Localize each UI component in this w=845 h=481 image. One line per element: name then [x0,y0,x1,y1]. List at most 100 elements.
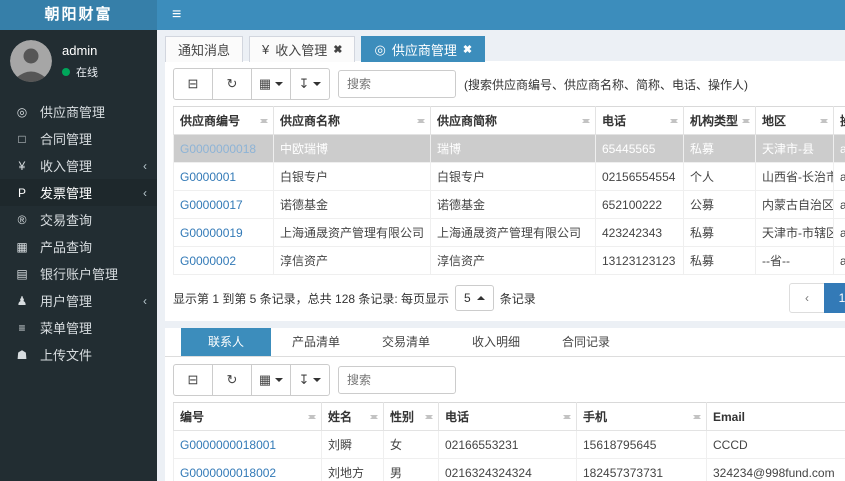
column-header[interactable]: 机构类型 [683,106,756,135]
refresh-button[interactable]: ↻ [212,68,252,100]
top-navbar: ≡ [157,0,845,30]
sidebar: admin 在线 ◎ 供应商管理 □ 合同管理 ¥ 收入管理 ‹ P 发票管理 ‹ ® 交易查询 ▦ 产品… [0,30,157,481]
page-button[interactable]: 1 [824,283,845,313]
search-input[interactable] [338,70,456,98]
supplier-icon: ◎ [16,104,28,119]
table-cell: 山西省-长治市 [755,162,834,191]
sidebar-item-upload[interactable]: ☗ 上传文件 [0,341,157,368]
invoice-icon: P [17,185,26,200]
detail-tab-0[interactable]: 联系人 [181,328,271,356]
user-panel: admin 在线 [0,30,157,94]
upload-icon: ☗ [16,347,28,362]
table-row[interactable]: G0000002淳信资产淳信资产13123123123私募--省--admin [173,246,845,275]
detail-tab-1[interactable]: 产品清单 [271,328,361,356]
column-header[interactable]: 性别 [383,402,439,431]
page-size-value: 5 [464,291,471,305]
detail-tab-3[interactable]: 收入明细 [451,328,541,356]
table-cell: 中欧瑞博 [273,134,431,163]
table-cell: 诺德基金 [430,190,596,219]
column-header[interactable]: 电话 [438,402,577,431]
row-id-cell[interactable]: G0000000018002 [173,458,322,481]
sort-icon [742,115,750,127]
table-cell: 白银专户 [273,162,431,191]
sidebar-item-supplier[interactable]: ◎ 供应商管理 [0,98,157,125]
row-id-cell[interactable]: G0000001 [173,162,274,191]
row-id-cell[interactable]: G0000000018001 [173,430,322,459]
sidebar-item-invoice[interactable]: P 发票管理 ‹ [0,179,157,206]
columns-button[interactable]: ▦ [251,364,291,396]
pagination-info-suffix: 条记录 [499,291,536,306]
user-status: 在线 [62,64,98,80]
columns-button[interactable]: ▦ [251,68,291,100]
table-cell: 上海通晟资产管理有限公司 [273,218,431,247]
table-row[interactable]: G00000019 上海通晟资产管理有限公司 上海通晟资产管理有限公司 4232423… [173,218,845,247]
bank-account-icon: ▤ [16,266,28,281]
table-cell: 324234@998fund.com [706,458,845,481]
sidebar-item-transaction[interactable]: ® 交易查询 [0,206,157,233]
row-id-cell[interactable]: G0000002 [173,246,274,275]
supplier-table-body: G0000000018中欧瑞博瑞博65445565私募天津市-县adminG00… [173,134,845,275]
table-cell: 公募 [683,190,756,219]
user-info: admin 在线 [62,40,98,82]
sidebar-item-bank-account[interactable]: ▤ 银行账户管理 [0,260,157,287]
row-id-cell[interactable]: G00000017 [173,190,274,219]
column-header[interactable]: 编号 [173,402,322,431]
column-label: 供应商名称 [280,114,341,128]
table-row[interactable]: G00000017诺德基金诺德基金652100222公募内蒙古自治区admin [173,190,845,219]
column-label: 编号 [180,410,205,424]
sidebar-item-label: 合同管理 [40,132,93,147]
sidebar-item-product[interactable]: ▦ 产品查询 [0,233,157,260]
online-status-label: 在线 [76,67,98,79]
column-header[interactable]: 供应商简称 [430,106,596,135]
export-button[interactable]: ↧ [290,364,330,396]
online-status-icon [62,68,70,76]
column-header[interactable]: 供应商名称 [273,106,431,135]
sidebar-item-income[interactable]: ¥ 收入管理 ‹ [0,152,157,179]
caret-up-icon [476,292,485,300]
sidebar-item-user[interactable]: ♟ 用户管理 ‹ [0,287,157,314]
table-row[interactable]: G0000000018002 刘地方男 0216324324324 182457373… [173,458,845,481]
export-button[interactable]: ↧ [290,68,330,100]
column-header[interactable]: 操作人 [833,106,845,135]
page-size-selector[interactable]: 5 [455,285,494,311]
column-header[interactable]: 手机 [576,402,707,431]
column-header[interactable]: 电话 [595,106,684,135]
prev-page-button[interactable]: ‹ [789,283,825,313]
sidebar-item-contract[interactable]: □ 合同管理 [0,125,157,152]
search-hint: (搜索供应商编号、供应商名称、简称、电话、操作人) [464,77,748,92]
table-toolbar-buttons: ⊟ ↻ ▦ ↧ [173,68,330,100]
close-icon[interactable]: ✖ [463,43,472,56]
table-cell: 182457373731 [576,458,707,481]
sidebar-toggle-icon[interactable]: ≡ [157,0,196,30]
chevron-left-icon: ‹ [143,158,147,173]
sort-icon [370,411,378,423]
detail-view-button[interactable]: ⊟ [173,68,213,100]
tab-notice[interactable]: 通知消息 [165,36,244,62]
search-input[interactable] [338,366,456,394]
user-name: admin [62,43,98,58]
table-row[interactable]: G0000001白银专户白银专户02156554554个人山西省-长治市admi… [173,162,845,191]
supplier-table-footer: 显示第 1 到第 5 条记录，总共 128 条记录: 每页显示 5 条记录 ‹ … [173,283,845,313]
column-header[interactable]: 姓名 [321,402,384,431]
close-icon[interactable]: ✖ [333,43,342,56]
column-header[interactable]: 供应商编号 [173,106,274,135]
refresh-button[interactable]: ↻ [212,364,252,396]
avatar [10,40,52,82]
row-id-cell[interactable]: G00000019 [173,218,274,247]
table-row[interactable]: G0000000018中欧瑞博瑞博65445565私募天津市-县admin [173,134,845,163]
detail-view-button[interactable]: ⊟ [173,364,213,396]
tab-supplier[interactable]: ◎ 供应商管理 ✖ [361,36,486,62]
detail-tab-4[interactable]: 合同记录 [541,328,631,356]
column-label: 地区 [762,114,787,128]
brand-logo[interactable]: 朝阳财富 [0,0,157,30]
tab-income[interactable]: ¥ 收入管理 ✖ [249,36,356,62]
detail-tab-2[interactable]: 交易清单 [361,328,451,356]
table-cell: 刘地方 [321,458,384,481]
sidebar-item-menu[interactable]: ≡ 菜单管理 [0,314,157,341]
column-label: Email [713,409,746,424]
table-cell: 男 [383,458,439,481]
row-id-cell[interactable]: G0000000018 [173,134,274,163]
table-cell: 瑞博 [430,134,596,163]
column-header[interactable]: 地区 [755,106,834,135]
table-row[interactable]: G0000000018001 刘瞬女 02166553231 15618795645 C… [173,430,845,459]
